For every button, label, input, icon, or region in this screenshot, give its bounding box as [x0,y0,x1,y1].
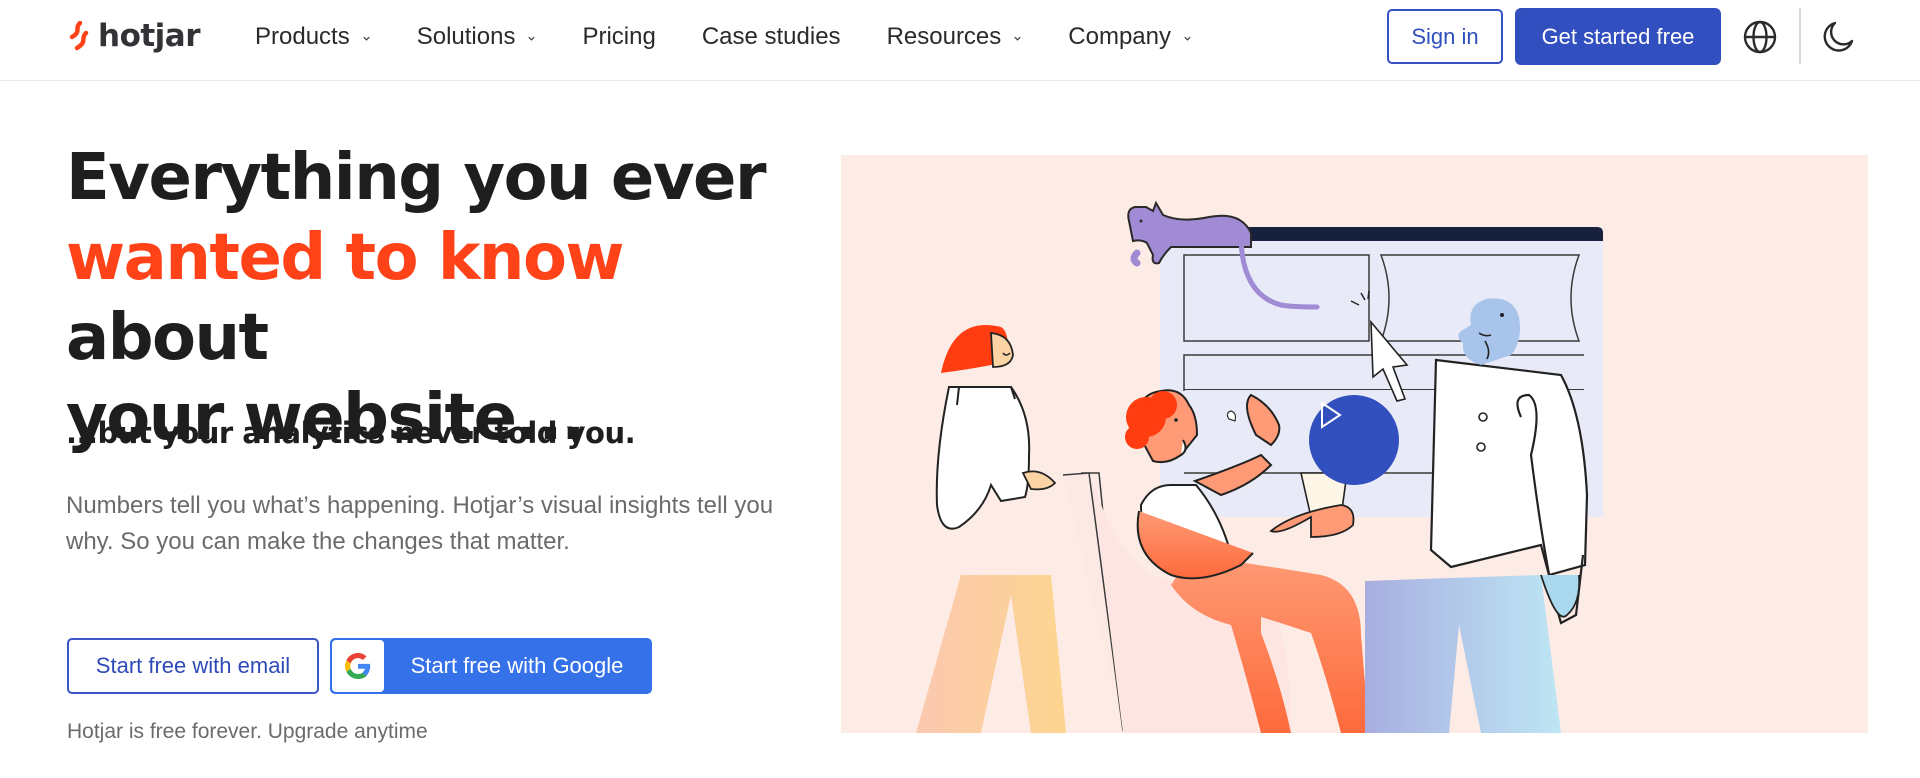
logo-text: hotjar [98,18,201,54]
chevron-down-icon [1014,36,1021,41]
nav-item-products[interactable]: Products [255,23,371,51]
hero-title: Everything you ever wanted to know about… [66,138,826,458]
sign-in-button[interactable]: Sign in [1387,9,1503,64]
chevron-down-icon [528,36,536,41]
chevron-down-icon [1184,36,1191,41]
nav-item-company[interactable]: Company [1068,23,1192,51]
google-button-label: Start free with Google [410,653,624,678]
start-free-email-button[interactable]: Start free with email [67,638,319,694]
site-header: hotjar Products Solutions Pricing Case s… [0,0,1920,81]
header-divider [1799,8,1801,64]
nav-item-label: Pricing [582,23,656,50]
nav-item-resources[interactable]: Resources [887,23,1023,51]
chevron-down-icon [363,36,370,41]
nav-item-label: Products [255,23,350,50]
nav-item-label: Case studies [701,23,841,50]
google-icon [345,653,371,679]
main-nav: Products Solutions Pricing Case studies … [255,0,1238,74]
hero-title-line1: Everything you ever [66,141,767,215]
hotjar-logo-icon [69,21,89,51]
hero-illustration[interactable] [841,155,1868,733]
hero-title-accent: wanted to know [66,221,625,295]
nav-item-label: Company [1068,23,1171,50]
nav-item-pricing[interactable]: Pricing [582,23,655,51]
moon-icon[interactable] [1820,19,1856,55]
get-started-free-button[interactable]: Get started free [1515,8,1721,65]
free-forever-note: Hotjar is free forever. Upgrade anytime [67,720,428,743]
start-free-google-button[interactable]: Start free with Google [330,638,652,694]
woman-figure [916,324,1066,733]
play-video-button[interactable] [1309,395,1399,485]
nav-item-label: Solutions [416,23,516,50]
globe-icon[interactable] [1742,19,1778,55]
hotjar-logo[interactable]: hotjar [66,16,201,56]
hero-description: Numbers tell you what’s happening. Hotja… [66,492,774,555]
nav-item-case-studies[interactable]: Case studies [702,23,841,51]
google-icon-box [332,640,384,692]
nav-item-label: Resources [886,23,1002,50]
nav-item-solutions[interactable]: Solutions [417,23,537,51]
hero-title-after-accent: about [66,301,269,375]
hero-subtitle: ...but your analytics never told you. [66,416,636,450]
play-icon [1321,401,1342,429]
